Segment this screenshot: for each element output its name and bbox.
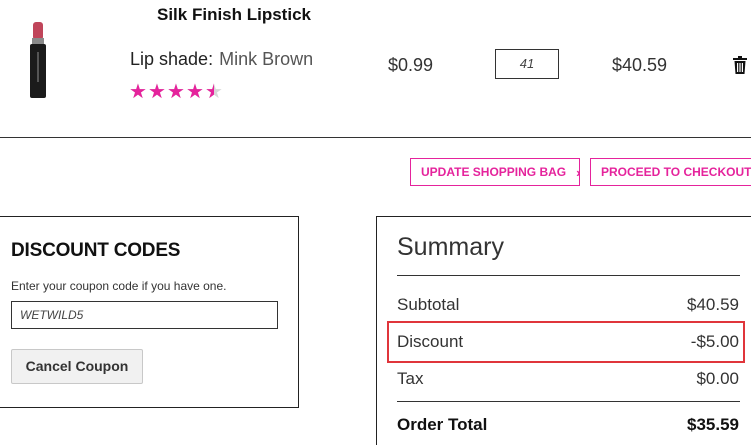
summary-title: Summary xyxy=(397,233,504,261)
discount-value: -$5.00 xyxy=(690,332,739,351)
product-image[interactable] xyxy=(24,20,52,100)
tax-value: $0.00 xyxy=(696,369,739,388)
lip-shade-value: Mink Brown xyxy=(219,49,314,69)
discount-label: Discount xyxy=(397,332,464,351)
update-shopping-bag-button[interactable]: UPDATE SHOPPING BAG › xyxy=(410,158,580,186)
order-total-label: Order Total xyxy=(397,415,488,434)
proceed-to-checkout-label: PROCEED TO CHECKOUT xyxy=(601,165,751,179)
total-divider xyxy=(397,401,740,402)
lip-shade: Lip shade: Mink Brown xyxy=(130,49,313,70)
quantity-input[interactable]: 41 xyxy=(495,49,559,79)
order-total-value: $35.59 xyxy=(687,415,739,434)
star-icon: ★ ★ xyxy=(167,81,185,103)
subtotal-label: Subtotal xyxy=(397,295,460,314)
subtotal-value: $40.59 xyxy=(687,295,739,314)
cancel-coupon-button[interactable]: Cancel Coupon xyxy=(11,349,143,384)
tax-label: Tax xyxy=(397,369,424,388)
row-total: $40.59 xyxy=(612,55,668,75)
star-icon: ★ ★ xyxy=(148,81,166,103)
star-icon: ★ ★ xyxy=(205,81,223,103)
coupon-code-input[interactable]: WETWILD5 xyxy=(11,301,278,329)
unit-price: $0.99 xyxy=(388,55,434,75)
chevron-right-icon: › xyxy=(576,164,581,180)
summary-divider xyxy=(397,275,740,276)
coupon-help-text: Enter your coupon code if you have one. xyxy=(11,279,227,293)
update-shopping-bag-label: UPDATE SHOPPING BAG xyxy=(421,165,567,179)
trash-icon[interactable] xyxy=(733,56,747,74)
star-icon: ★ ★ xyxy=(129,81,147,103)
proceed-to-checkout-button[interactable]: PROCEED TO CHECKOUT › xyxy=(590,158,751,186)
discount-codes-title: DISCOUNT CODES xyxy=(11,240,181,261)
product-name[interactable]: Silk Finish Lipstick xyxy=(157,5,311,25)
product-divider xyxy=(0,137,751,138)
star-icon: ★ ★ xyxy=(186,81,204,103)
star-rating: ★ ★ ★ ★ ★ ★ ★ ★ ★ ★ xyxy=(129,82,223,104)
lip-shade-label: Lip shade: xyxy=(130,49,214,69)
